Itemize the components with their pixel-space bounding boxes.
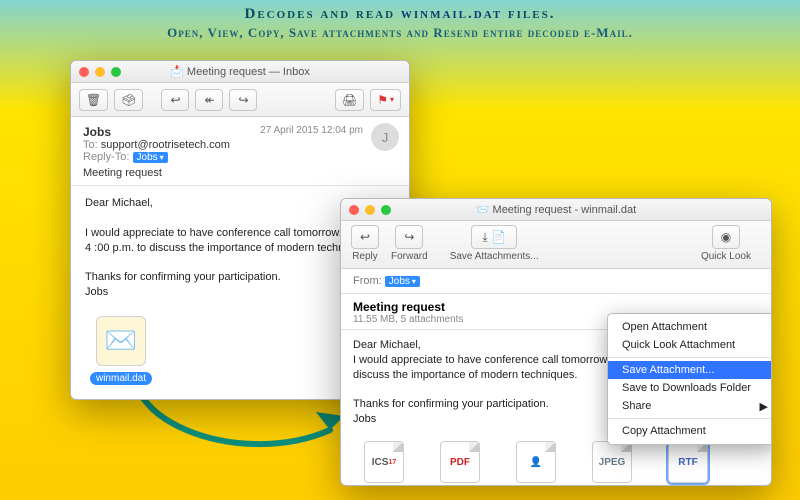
- junk-button[interactable]: 🗳: [114, 89, 143, 111]
- reply-all-icon: ↞: [204, 93, 214, 107]
- pdf-file-icon: PDF: [440, 441, 480, 483]
- menu-copy-attachment[interactable]: Copy Attachment: [608, 422, 772, 440]
- headline-pre: Decodes and read: [245, 6, 401, 22]
- reply-icon: ↩: [360, 230, 370, 244]
- quicklook-button[interactable]: ◉: [712, 225, 740, 249]
- print-icon: 🖨: [342, 93, 357, 107]
- mail-subject: Meeting request: [83, 167, 397, 179]
- menu-separator: [608, 357, 772, 358]
- mail-window-title: 📩 Meeting request — Inbox: [71, 65, 409, 78]
- context-menu: Open Attachment Quick Look Attachment Sa…: [607, 313, 772, 445]
- save-icon: ⤓ 📄: [482, 230, 506, 245]
- mail-header: Jobs 27 April 2015 12:04 pm J To: suppor…: [71, 117, 409, 186]
- save-attachments-label: Save Attachments...: [450, 251, 539, 262]
- winmail-attachment[interactable]: ✉️ winmail.dat: [85, 316, 157, 386]
- forward-button[interactable]: ↪: [229, 89, 257, 111]
- winmail-viewer-window: 📨 Meeting request - winmail.dat ↩ Reply …: [340, 198, 772, 486]
- winmail-icon: ✉️: [96, 316, 146, 366]
- attachment-item-selected[interactable]: RTF Report....: [657, 441, 719, 486]
- reply-icon: ↩: [170, 93, 180, 107]
- chevron-right-icon: ▶: [760, 400, 768, 413]
- mail-toolbar: 🗑 🗳 ↩ ↞ ↪ 🖨 ⚑▾: [71, 83, 409, 117]
- promo-subheadline: Open, View, Copy, Save attachments and R…: [0, 25, 800, 41]
- to-value: support@rootrisetech.com: [101, 139, 230, 151]
- promo-headline: Decodes and read winmail.dat files.: [0, 0, 800, 23]
- reply-button[interactable]: ↩: [161, 89, 189, 111]
- forward-icon: ↪: [404, 230, 414, 244]
- reply-button[interactable]: ↩: [351, 225, 379, 249]
- forward-icon: ↪: [238, 93, 248, 107]
- reply-label: Reply: [352, 251, 378, 262]
- flag-icon: ⚑: [377, 93, 388, 107]
- save-attachments-button[interactable]: ⤓ 📄: [471, 225, 517, 249]
- reply-to-label: Reply-To:: [83, 151, 129, 163]
- ics-file-icon: ICS17: [364, 441, 404, 483]
- menu-quicklook-attachment[interactable]: Quick Look Attachment: [608, 336, 772, 354]
- from-label: From:: [353, 275, 382, 287]
- menu-open-attachment[interactable]: Open Attachment: [608, 318, 772, 336]
- menu-save-attachment[interactable]: Save Attachment...: [608, 361, 772, 379]
- junk-icon: 🗳: [121, 93, 136, 107]
- reply-all-button[interactable]: ↞: [195, 89, 223, 111]
- attachment-item[interactable]: ICS17 iCal-20140...183000.ics: [353, 441, 415, 486]
- menu-save-to-downloads[interactable]: Save to Downloads Folder: [608, 379, 772, 397]
- viewer-titlebar[interactable]: 📨 Meeting request - winmail.dat: [341, 199, 771, 221]
- vcf-file-icon: 👤: [516, 441, 556, 483]
- avatar: J: [371, 123, 399, 151]
- menu-share[interactable]: Share▶: [608, 397, 772, 415]
- print-button[interactable]: 🖨: [335, 89, 364, 111]
- attachment-item[interactable]: JPEG Photo.jpg: [581, 441, 643, 486]
- forward-label: Forward: [391, 251, 428, 262]
- viewer-window-title: 📨 Meeting request - winmail.dat: [341, 203, 771, 216]
- delete-button[interactable]: 🗑: [79, 89, 108, 111]
- attachment-item[interactable]: PDF Information.pdf: [429, 441, 491, 486]
- to-label: To:: [83, 139, 98, 151]
- rtf-file-icon: RTF: [668, 441, 708, 483]
- mail-titlebar[interactable]: 📩 Meeting request — Inbox: [71, 61, 409, 83]
- viewer-from-line: From: Jobs▾: [341, 269, 771, 294]
- viewer-subject: Meeting request: [353, 300, 759, 314]
- jpg-file-icon: JPEG: [592, 441, 632, 483]
- viewer-toolbar: ↩ Reply ↪ Forward ⤓ 📄 Save Attachments..…: [341, 221, 771, 269]
- eye-icon: ◉: [721, 230, 731, 244]
- reply-to-badge[interactable]: Jobs▾: [133, 152, 168, 163]
- headline-post: files.: [502, 6, 555, 22]
- forward-button[interactable]: ↪: [395, 225, 423, 249]
- attachment-filename: winmail.dat: [90, 372, 152, 385]
- quicklook-label: Quick Look: [701, 251, 751, 262]
- trash-icon: 🗑: [86, 93, 101, 107]
- attachment-item[interactable]: 👤 Mr. Jobs.vcf: [505, 441, 567, 486]
- flag-button[interactable]: ⚑▾: [370, 89, 401, 111]
- headline-keyword: winmail.dat: [401, 6, 502, 22]
- chevron-down-icon: ▾: [390, 95, 394, 104]
- mail-date: 27 April 2015 12:04 pm: [260, 125, 363, 136]
- menu-separator: [608, 418, 772, 419]
- from-badge[interactable]: Jobs▾: [385, 276, 420, 287]
